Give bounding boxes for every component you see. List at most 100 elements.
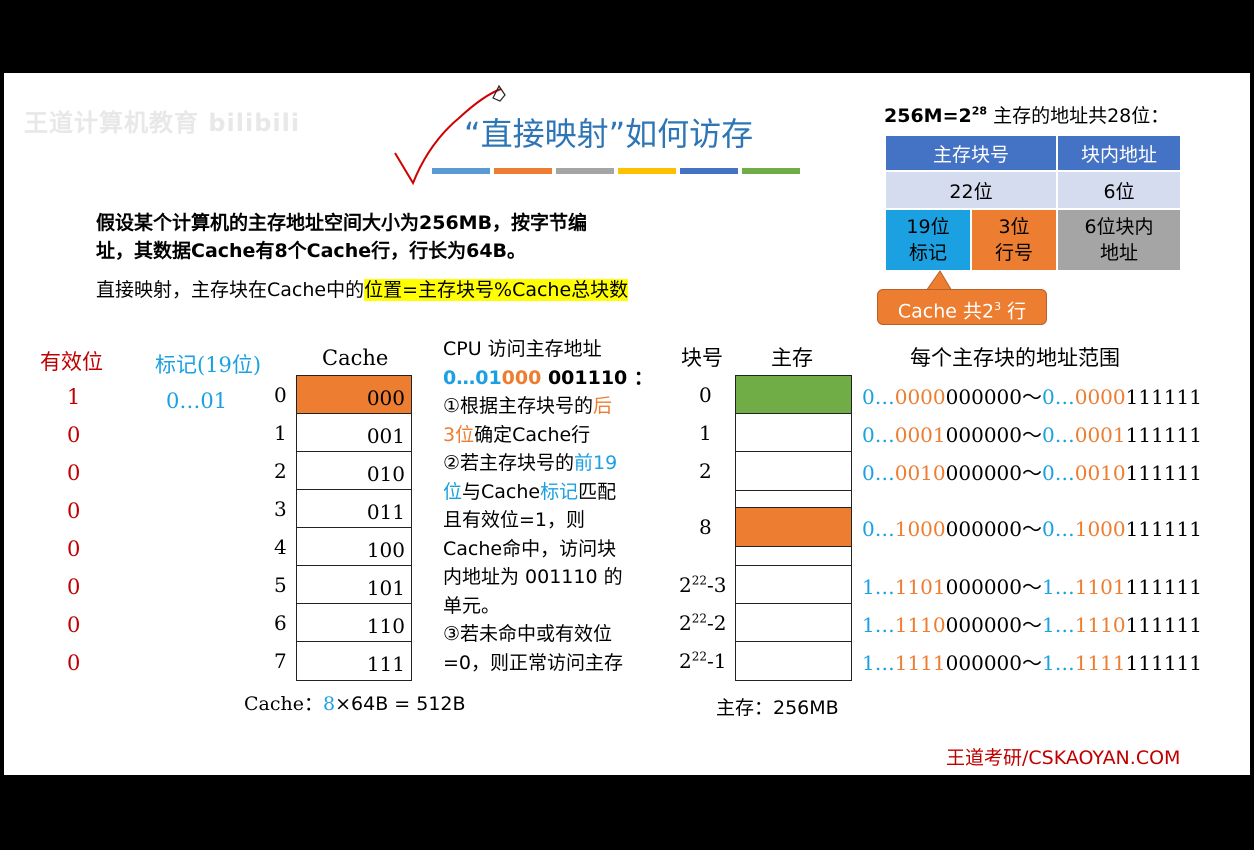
address-range-part: 1000 (894, 517, 946, 541)
block-number-base: 2 (679, 573, 692, 597)
slide: 王道计算机教育 bilibili “直接映射”如何访存 假设某个计算机的主存地址… (4, 73, 1250, 775)
block-number-base: 2 (679, 649, 692, 673)
address-range-part: ～ (1022, 423, 1042, 447)
steps-line-10: 单元。 (443, 594, 501, 617)
memory-block-number: 8 (699, 515, 712, 539)
steps-l5-b: 前19 (574, 452, 618, 474)
address-range-part: 111111 (1125, 613, 1202, 637)
memory-gap-block (735, 545, 852, 567)
memory-block-number: 1 (699, 421, 712, 445)
steps-line-5: ②若主存块号的前19 (443, 449, 653, 478)
steps-line-2: 0…01000 001110 ： (443, 364, 653, 393)
memory-block (735, 375, 852, 415)
addr-r3-line-b: 行号 (994, 242, 1033, 264)
addr-caption-pre: 256M=2 (884, 105, 972, 127)
steps-line-12: =0，则正常访问主存 (443, 651, 624, 674)
title-underline-segment (432, 168, 490, 174)
cache-line: 001 (296, 413, 412, 453)
valid-bit: 0 (67, 423, 81, 447)
cache-line: 111 (296, 641, 412, 681)
address-range-part: 1… (862, 613, 895, 637)
callout-post: 行 (1001, 300, 1027, 323)
steps-addr-tag: 0…01 (443, 366, 502, 389)
steps-l6-a: 位 (443, 480, 463, 503)
address-range: 0…1000000000～0…1000111111 (862, 513, 1202, 542)
steps-l4-b: 确定Cache行 (474, 423, 591, 446)
addr-r2-offset: 6位 (1056, 170, 1182, 210)
valid-bit: 0 (67, 575, 81, 599)
address-range-part: 111111 (1125, 385, 1202, 409)
address-range-part: 0… (862, 461, 895, 485)
addr-r3-off-b: 地址 (1099, 242, 1138, 264)
steps-line-6: 位与Cache标记匹配 (443, 478, 653, 507)
address-range-part: 000000 (945, 517, 1022, 541)
valid-bit: 0 (67, 537, 81, 561)
access-steps: CPU 访问主存地址 0…01000 001110 ： ①根据主存块号的后 3位… (443, 335, 653, 677)
addr-r3-off-a: 6位块内 (1084, 216, 1154, 238)
addr-caption: 256M=228 主存的地址共28位： (884, 101, 1169, 128)
valid-bit: 0 (67, 651, 81, 675)
cache-header: Cache (322, 346, 389, 370)
address-range-part: 0001 (894, 423, 946, 447)
valid-bit: 1 (67, 385, 81, 409)
cache-lines-callout: Cache 共23 行 (877, 289, 1047, 325)
valid-bit: 0 (67, 613, 81, 637)
cache-line-index: 4 (274, 535, 287, 559)
title-underline-segment (742, 168, 800, 174)
valid-bit: 0 (67, 461, 81, 485)
intro-line-3-pre: 直接映射，主存块在Cache中的 (96, 279, 365, 301)
block-number-base: 8 (699, 515, 712, 539)
address-range-part: 1… (862, 651, 895, 675)
address-range-part: 1… (1042, 575, 1075, 599)
cache-line: 110 (296, 603, 412, 643)
steps-l6-c: 标记 (540, 480, 579, 503)
cache-size-label: Cache：8×64B = 512B (244, 689, 466, 716)
memory-block-number: 2 (699, 459, 712, 483)
address-range-part: 1111 (1074, 651, 1126, 675)
cache-line: 100 (296, 527, 412, 567)
title-underline-segment (494, 168, 552, 174)
address-range-part: 1111 (894, 651, 946, 675)
address-range-part: 000000 (945, 461, 1022, 485)
block-number-suffix: -3 (707, 573, 727, 597)
address-range-part: 0000 (894, 385, 946, 409)
intro-text: 假设某个计算机的主存地址空间大小为256MB，按字节编 址，其数据Cache有8… (96, 209, 587, 265)
steps-line-11: ③若未命中或有效位 (443, 623, 613, 645)
address-range-part: 000000 (945, 613, 1022, 637)
addr-format-table: 主存块号 块内地址 22位 6位 19位 标记 3位 行号 6位块内 地址 (884, 134, 1182, 272)
steps-l4-a: 3位 (443, 423, 475, 446)
cache-line: 011 (296, 489, 412, 529)
address-range: 0…0001000000～0…0001111111 (862, 419, 1202, 448)
footer-brand: 王道考研/CSKAOYAN.COM (946, 747, 1181, 769)
steps-l3-a: ①根据主存块号的 (443, 395, 594, 417)
memory-block (735, 413, 852, 453)
address-range-part: 0… (1042, 423, 1075, 447)
steps-line-7: 且有效位=1，则 (443, 509, 586, 531)
cache-line-index: 2 (274, 459, 287, 483)
memory-block (735, 641, 852, 681)
address-range-part: 1… (1042, 651, 1075, 675)
memory-block (735, 603, 852, 643)
address-range-part: 1… (862, 575, 895, 599)
intro-line-3-highlight: 位置=主存块号%Cache总块数 (364, 279, 629, 301)
addr-caption-post: 主存的地址共28位： (987, 105, 1170, 127)
cache-size-count: 8 (323, 693, 336, 715)
addr-caption-sup: 28 (971, 104, 988, 118)
steps-line-1: CPU 访问主存地址 (443, 338, 602, 360)
memory-block (735, 451, 852, 491)
steps-line-8: Cache命中，访问块 (443, 537, 617, 560)
address-range-part: 000000 (945, 575, 1022, 599)
title-underline (432, 168, 800, 174)
steps-l3-b: 后 (593, 395, 613, 417)
address-range-part: 111111 (1125, 651, 1202, 675)
address-range-part: 0… (862, 385, 895, 409)
cache-size-rest: ×64B = 512B (335, 693, 466, 715)
address-range-part: 0010 (1074, 461, 1126, 485)
address-range-part: 111111 (1125, 517, 1202, 541)
address-range: 1…1110000000～1…1110111111 (862, 609, 1202, 638)
valid-bit: 0 (67, 499, 81, 523)
address-range-part: 000000 (945, 385, 1022, 409)
valid-bit-header: 有效位 (40, 350, 103, 374)
address-range-part: 1… (1042, 613, 1075, 637)
steps-l5-a: ②若主存块号的 (443, 452, 575, 474)
